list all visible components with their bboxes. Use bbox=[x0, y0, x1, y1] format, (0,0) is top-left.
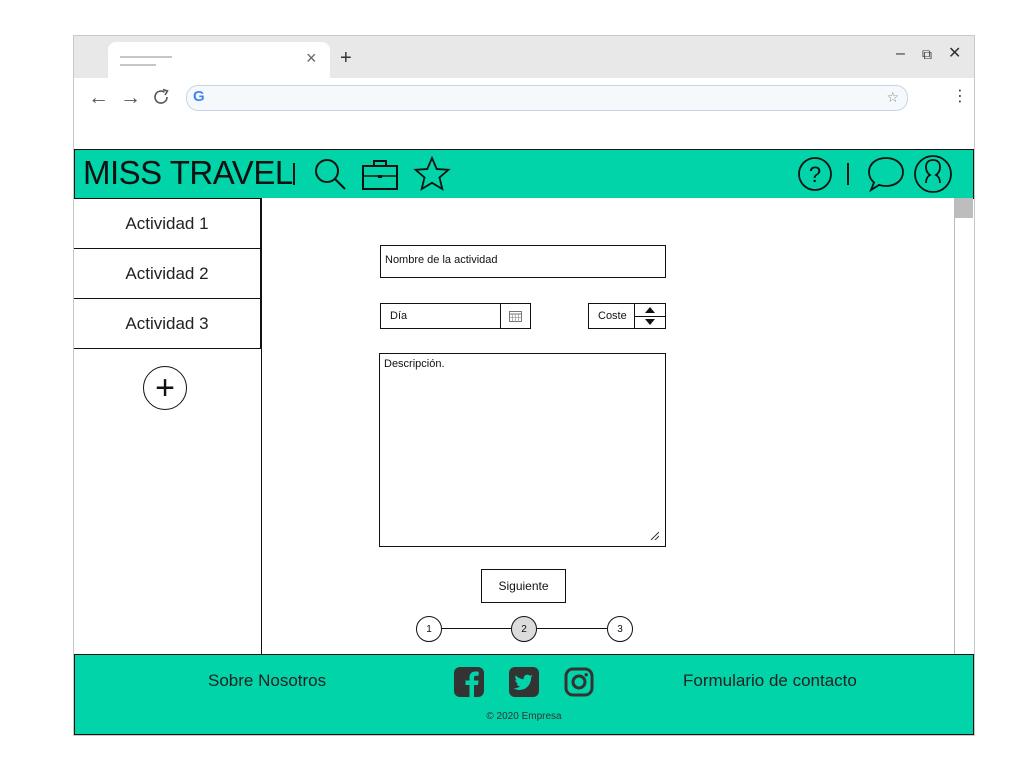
next-button[interactable]: Siguiente bbox=[481, 569, 566, 603]
bookmark-star-icon[interactable]: ☆ bbox=[886, 89, 899, 106]
header-divider bbox=[847, 163, 849, 185]
back-arrow-icon[interactable]: ← bbox=[88, 86, 109, 110]
description-value: Descripción. bbox=[384, 358, 445, 370]
browser-tab[interactable]: × bbox=[108, 42, 330, 78]
browser-window: × + – ⧉ ✕ ← → G ☆ ⋮ MISS TRAVEL ? Activi… bbox=[73, 35, 975, 736]
activity-name-value: Nombre de la actividad bbox=[385, 254, 498, 266]
sidebar-item-label: Actividad 2 bbox=[125, 263, 209, 283]
new-tab-icon[interactable]: + bbox=[340, 46, 352, 70]
app-footer: Sobre Nosotros Formulario de contacto © … bbox=[74, 654, 974, 735]
decrement-arrow-icon[interactable] bbox=[635, 316, 665, 328]
chat-icon[interactable] bbox=[867, 155, 905, 193]
tab-bar: × + – ⧉ ✕ bbox=[74, 36, 974, 78]
calendar-icon-graphic bbox=[509, 311, 522, 322]
step-1-indicator[interactable]: 1 bbox=[416, 616, 442, 642]
tab-title-placeholder bbox=[120, 64, 156, 66]
user-avatar-icon[interactable] bbox=[913, 154, 953, 194]
next-button-label: Siguiente bbox=[498, 579, 549, 593]
step-label: 1 bbox=[426, 623, 432, 635]
resize-handle-icon[interactable] bbox=[649, 530, 659, 540]
step-label: 3 bbox=[617, 623, 623, 635]
google-icon: G bbox=[193, 88, 205, 105]
twitter-icon[interactable] bbox=[508, 666, 540, 698]
header-divider bbox=[293, 163, 295, 185]
briefcase-icon[interactable] bbox=[361, 157, 399, 191]
close-tab-icon[interactable]: × bbox=[306, 48, 317, 68]
url-input[interactable]: G ☆ bbox=[186, 85, 908, 111]
step-connector bbox=[441, 628, 511, 629]
help-icon-glyph: ? bbox=[809, 162, 821, 187]
restore-icon[interactable]: ⧉ bbox=[922, 44, 932, 64]
activity-sidebar: Actividad 1 Actividad 2 Actividad 3 + bbox=[74, 198, 262, 654]
cost-spinner bbox=[634, 304, 665, 328]
step-3-indicator[interactable]: 3 bbox=[607, 616, 633, 642]
up-arrow-graphic bbox=[645, 307, 655, 313]
activity-name-input[interactable]: Nombre de la actividad bbox=[380, 245, 666, 278]
day-date-input[interactable]: Día bbox=[380, 303, 531, 329]
calendar-icon[interactable] bbox=[500, 304, 530, 328]
cost-stepper[interactable]: Coste bbox=[588, 303, 666, 329]
star-icon[interactable] bbox=[413, 155, 451, 193]
contact-form-link[interactable]: Formulario de contacto bbox=[683, 671, 857, 691]
add-activity-button[interactable]: + bbox=[143, 366, 187, 410]
sidebar-item-actividad-2[interactable]: Actividad 2 bbox=[74, 248, 261, 299]
browser-menu-icon[interactable]: ⋮ bbox=[952, 88, 968, 106]
close-window-icon[interactable]: ✕ bbox=[948, 44, 961, 64]
activity-form-area: Nombre de la actividad Día Coste Descrip… bbox=[262, 198, 954, 654]
step-connector bbox=[537, 628, 607, 629]
copyright-text: © 2020 Empresa bbox=[486, 711, 562, 722]
instagram-icon[interactable] bbox=[563, 666, 595, 698]
app-header: MISS TRAVEL ? bbox=[74, 149, 974, 199]
help-icon[interactable]: ? bbox=[797, 156, 833, 192]
sidebar-item-label: Actividad 1 bbox=[125, 213, 209, 233]
day-input-value: Día bbox=[390, 310, 408, 322]
address-bar-row: ← → G ☆ ⋮ bbox=[74, 78, 974, 150]
facebook-icon[interactable] bbox=[453, 666, 485, 698]
description-textarea[interactable]: Descripción. bbox=[379, 353, 666, 547]
plus-icon: + bbox=[155, 369, 175, 407]
tab-title-placeholder bbox=[120, 56, 172, 58]
sidebar-item-actividad-1[interactable]: Actividad 1 bbox=[74, 198, 261, 249]
scrollbar-thumb[interactable] bbox=[955, 198, 973, 218]
minimize-icon[interactable]: – bbox=[896, 44, 905, 64]
vertical-scrollbar[interactable] bbox=[954, 198, 973, 654]
sidebar-item-label: Actividad 3 bbox=[125, 313, 209, 333]
step-label: 2 bbox=[521, 623, 527, 635]
down-arrow-graphic bbox=[645, 319, 655, 325]
about-us-link[interactable]: Sobre Nosotros bbox=[208, 671, 326, 691]
sidebar-item-actividad-3[interactable]: Actividad 3 bbox=[74, 298, 261, 349]
reload-icon[interactable] bbox=[151, 87, 171, 113]
reload-icon-graphic bbox=[154, 88, 169, 104]
app-logo[interactable]: MISS TRAVEL bbox=[83, 153, 293, 193]
step-2-indicator[interactable]: 2 bbox=[511, 616, 537, 642]
forward-arrow-icon[interactable]: → bbox=[120, 86, 141, 110]
cost-input-value: Coste bbox=[598, 310, 627, 322]
search-icon[interactable] bbox=[313, 157, 347, 191]
